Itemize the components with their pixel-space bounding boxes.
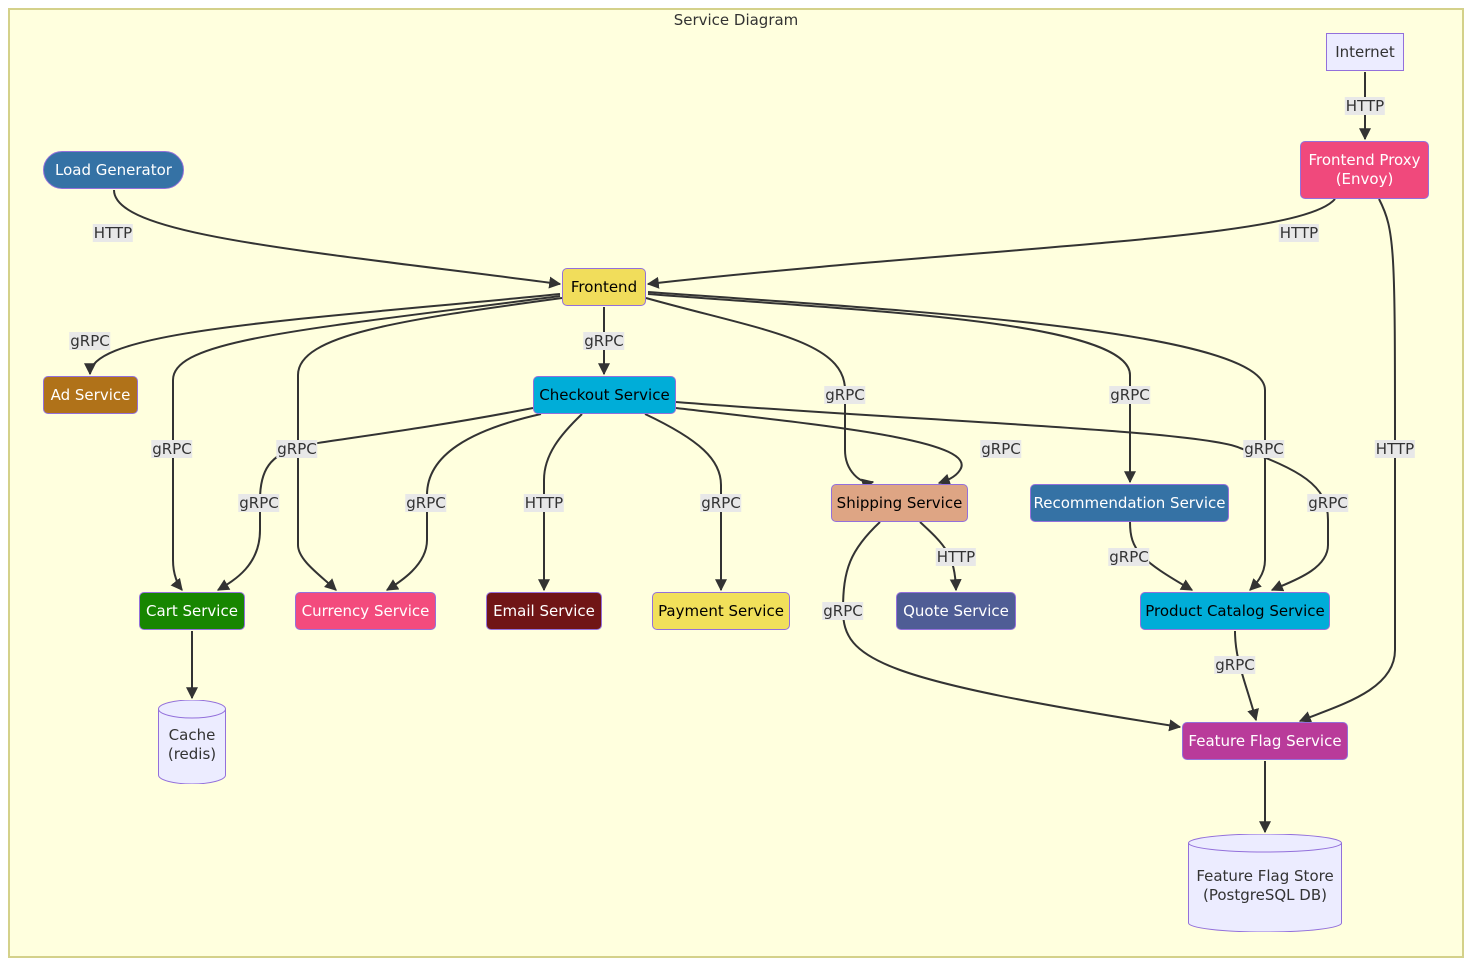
- node-email-service[interactable]: Email Service: [486, 592, 602, 630]
- edge-label: gRPC: [238, 494, 280, 512]
- edge-label: HTTP: [935, 548, 977, 566]
- edge-label: HTTP: [523, 494, 565, 512]
- node-label: Payment Service: [658, 601, 784, 620]
- edge-checkout-service-to-product-catalog-service: [675, 401, 1329, 592]
- edges-layer: [84, 72, 1396, 834]
- node-load-generator[interactable]: Load Generator: [43, 151, 184, 189]
- edge-label: gRPC: [1243, 440, 1285, 458]
- edge-frontend-to-recommendation-service: [647, 293, 1136, 484]
- node-feature-flag-store[interactable]: Feature Flag Store (PostgreSQL DB): [1188, 834, 1342, 932]
- edge-label: gRPC: [69, 332, 111, 350]
- edge-label: gRPC: [980, 440, 1022, 458]
- node-recommendation-service[interactable]: Recommendation Service: [1030, 484, 1229, 522]
- node-cart-service[interactable]: Cart Service: [139, 592, 245, 630]
- node-label: Currency Service: [301, 601, 430, 620]
- node-label: Load Generator: [55, 160, 172, 179]
- node-label: Feature Flag Service: [1188, 731, 1342, 750]
- edge-frontend-proxy-to-frontend: [646, 198, 1336, 289]
- edge-product-catalog-service-to-feature-flag-service: [1234, 630, 1259, 722]
- node-label: Cart Service: [146, 601, 238, 620]
- node-cache[interactable]: Cache (redis): [158, 700, 226, 784]
- node-checkout-service[interactable]: Checkout Service: [533, 376, 676, 414]
- edge-label: gRPC: [583, 332, 625, 350]
- edge-label: gRPC: [700, 494, 742, 512]
- edge-label: gRPC: [1109, 386, 1151, 404]
- edge-label: gRPC: [405, 494, 447, 512]
- node-currency-service[interactable]: Currency Service: [295, 592, 436, 630]
- node-label: Checkout Service: [539, 385, 670, 404]
- edge-frontend-to-product-catalog-service: [647, 291, 1266, 591]
- edge-label: HTTP: [92, 224, 134, 242]
- edge-label: gRPC: [824, 386, 866, 404]
- edge-label: HTTP: [1278, 224, 1320, 242]
- node-label: Shipping Service: [836, 493, 963, 512]
- node-label: Internet: [1335, 42, 1395, 61]
- node-payment-service[interactable]: Payment Service: [652, 592, 790, 630]
- node-label: Ad Service: [50, 385, 131, 404]
- edge-label: HTTP: [1344, 97, 1386, 115]
- node-label: Cache (redis): [167, 726, 217, 763]
- edge-label: gRPC: [1214, 656, 1256, 674]
- node-internet[interactable]: Internet: [1326, 33, 1404, 71]
- edge-label: gRPC: [822, 602, 864, 620]
- node-label: Frontend: [570, 277, 638, 296]
- node-label: Quote Service: [903, 601, 1009, 620]
- node-label: Frontend Proxy (Envoy): [1308, 151, 1421, 188]
- node-frontend-proxy[interactable]: Frontend Proxy (Envoy): [1300, 141, 1429, 199]
- node-shipping-service[interactable]: Shipping Service: [831, 484, 968, 522]
- edge-frontend-proxy-to-feature-flag-service: [1298, 198, 1396, 723]
- node-feature-flag-service[interactable]: Feature Flag Service: [1182, 722, 1348, 760]
- node-quote-service[interactable]: Quote Service: [896, 592, 1016, 630]
- edge-label: gRPC: [1108, 548, 1150, 566]
- edge-load-generator-to-frontend: [113, 189, 562, 289]
- node-product-catalog-service[interactable]: Product Catalog Service: [1140, 592, 1330, 630]
- edge-label: HTTP: [1374, 440, 1416, 458]
- node-label: Product Catalog Service: [1145, 601, 1325, 620]
- edge-frontend-to-cart-service: [170, 295, 561, 591]
- edge-frontend-to-currency-service: [297, 297, 563, 591]
- edge-label: gRPC: [1307, 494, 1349, 512]
- edge-label: gRPC: [276, 440, 318, 458]
- edge-label: gRPC: [151, 440, 193, 458]
- node-label: Recommendation Service: [1033, 493, 1226, 512]
- node-ad-service[interactable]: Ad Service: [43, 376, 138, 414]
- node-label: Email Service: [493, 601, 595, 620]
- node-frontend[interactable]: Frontend: [562, 268, 646, 306]
- node-label: Feature Flag Store (PostgreSQL DB): [1196, 867, 1334, 904]
